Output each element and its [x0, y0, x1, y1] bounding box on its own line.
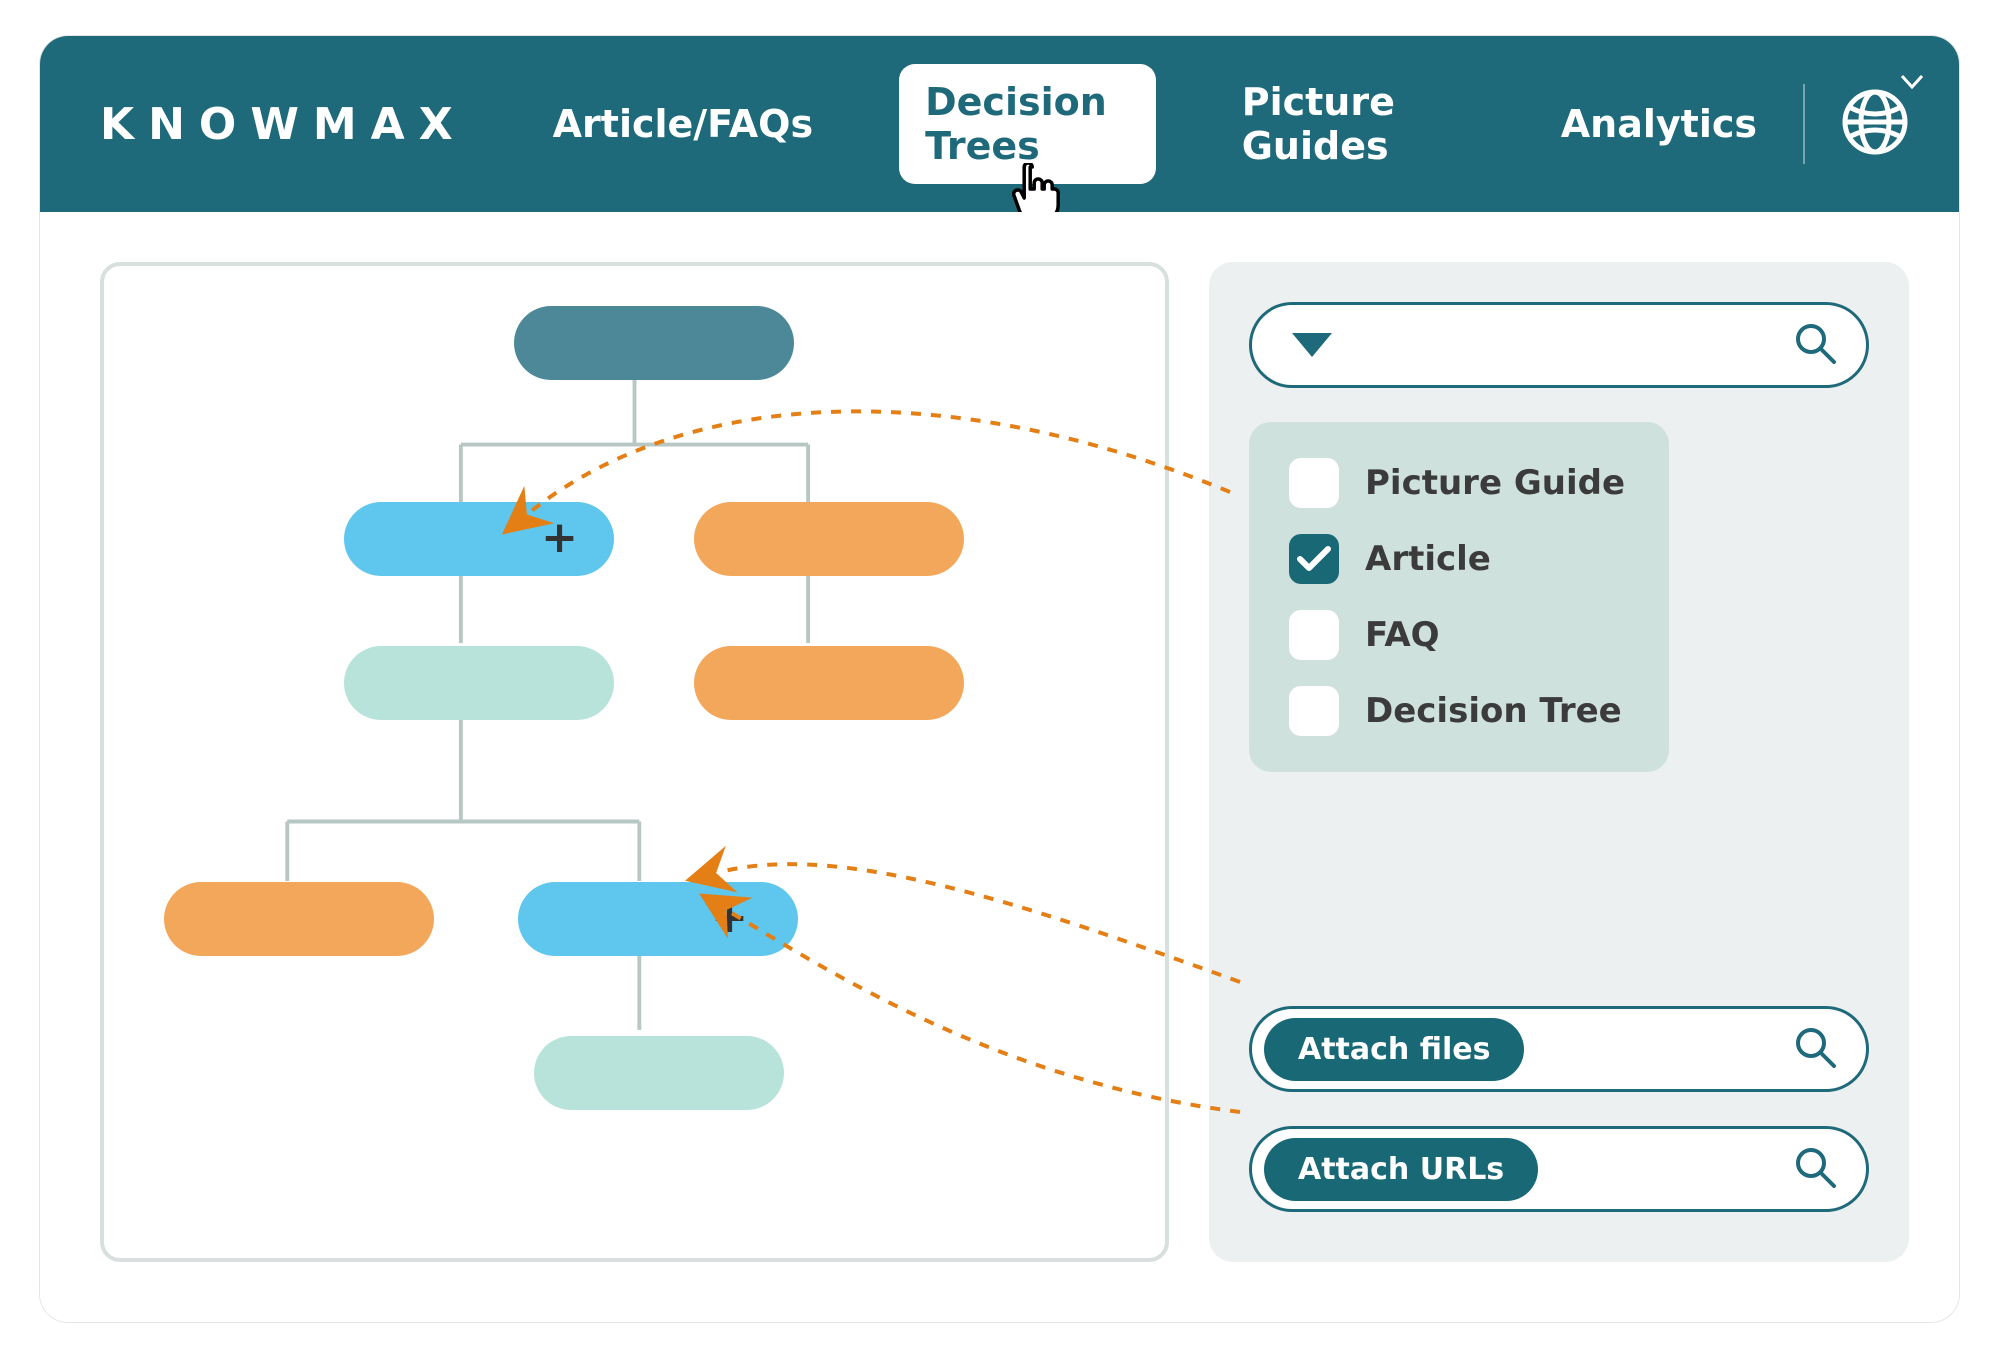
- tree-node-orange-2[interactable]: [694, 646, 964, 720]
- filter-picture-guide[interactable]: Picture Guide: [1289, 458, 1629, 508]
- attach-urls[interactable]: Attach URLs: [1249, 1126, 1869, 1212]
- nav-item-article-faqs[interactable]: Article/FAQs: [527, 86, 839, 162]
- check-icon: [1297, 545, 1331, 573]
- checkbox[interactable]: [1289, 686, 1339, 736]
- tree-node-orange-3[interactable]: [164, 882, 434, 956]
- tree-canvas[interactable]: + +: [100, 262, 1169, 1262]
- checkbox[interactable]: [1289, 610, 1339, 660]
- filter-label: Picture Guide: [1365, 463, 1625, 503]
- tree-node-mint-2[interactable]: [534, 1036, 784, 1110]
- tree-node-blue-1[interactable]: +: [344, 502, 614, 576]
- language-switcher[interactable]: [1841, 88, 1909, 160]
- sidebar: Picture Guide Article FAQ Decision Tree: [1209, 262, 1909, 1262]
- filter-label: FAQ: [1365, 615, 1440, 655]
- filter-decision-tree[interactable]: Decision Tree: [1289, 686, 1629, 736]
- tree-node-root[interactable]: [514, 306, 794, 380]
- tree-node-mint-1[interactable]: [344, 646, 614, 720]
- divider: [1803, 84, 1805, 164]
- chevron-down-icon: [1292, 333, 1332, 357]
- search-dropdown[interactable]: [1249, 302, 1869, 388]
- brand-logo: KNOWMAX: [100, 99, 467, 150]
- header: KNOWMAX Article/FAQs Decision Trees Pict…: [40, 36, 1959, 212]
- search-icon: [1794, 1026, 1836, 1072]
- search-icon: [1794, 322, 1836, 368]
- nav-item-picture-guides[interactable]: Picture Guides: [1216, 64, 1475, 184]
- nav-item-decision-trees[interactable]: Decision Trees: [899, 64, 1156, 184]
- attach-files[interactable]: Attach files: [1249, 1006, 1869, 1092]
- plus-icon: +: [711, 892, 748, 943]
- attach-files-tag: Attach files: [1264, 1018, 1524, 1081]
- filter-label: Article: [1365, 539, 1491, 579]
- checkbox[interactable]: [1289, 458, 1339, 508]
- checkbox-checked[interactable]: [1289, 534, 1339, 584]
- filter-faq[interactable]: FAQ: [1289, 610, 1629, 660]
- tree-node-orange-1[interactable]: [694, 502, 964, 576]
- filter-label: Decision Tree: [1365, 691, 1622, 731]
- filter-article[interactable]: Article: [1289, 534, 1629, 584]
- search-icon: [1794, 1146, 1836, 1192]
- tree-node-blue-2[interactable]: +: [518, 882, 798, 956]
- nav-item-label: Decision Trees: [925, 80, 1107, 168]
- header-right: [1803, 84, 1909, 164]
- body: + + Picture Guide: [40, 212, 1959, 1322]
- chevron-down-icon: [1901, 74, 1923, 93]
- plus-icon: +: [541, 512, 578, 563]
- app-window: KNOWMAX Article/FAQs Decision Trees Pict…: [40, 36, 1959, 1322]
- filter-panel: Picture Guide Article FAQ Decision Tree: [1249, 422, 1669, 772]
- nav: Article/FAQs Decision Trees Picture Guid…: [527, 64, 1783, 184]
- nav-item-analytics[interactable]: Analytics: [1535, 86, 1783, 162]
- attach-urls-tag: Attach URLs: [1264, 1138, 1538, 1201]
- globe-icon: [1841, 88, 1909, 156]
